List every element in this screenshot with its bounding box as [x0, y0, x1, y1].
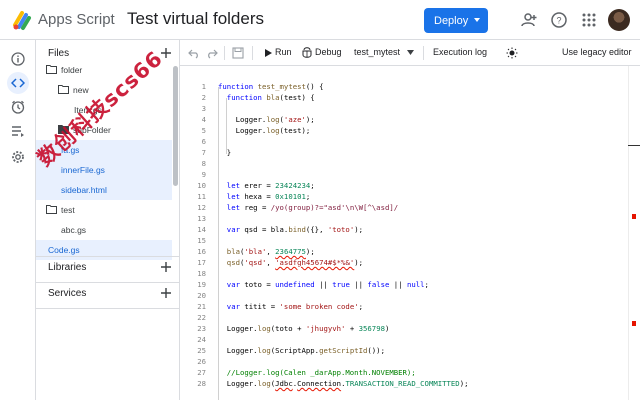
overview-ruler-mark [628, 145, 640, 146]
code-line: 18 [197, 269, 206, 278]
code-line: 28 Logger.log(Jdbc.Connection.TRANSACTIO… [197, 379, 469, 388]
code-line: 4 Logger.log('aze'); [201, 115, 315, 124]
toolbar-separator [252, 46, 253, 60]
folder-icon [46, 65, 57, 74]
code-line: 14 var qsd = bla.bind({}, 'toto'); [197, 225, 364, 234]
app-header: Apps Script Test virtual folders Deploy … [0, 0, 640, 40]
tree-item-label: abc.gs [61, 225, 87, 235]
left-rail [0, 40, 36, 400]
chevron-down-icon [474, 18, 480, 22]
code-line: 23 Logger.log(toto + 'jhugyvh' + 356798) [197, 324, 390, 333]
divider [36, 308, 180, 309]
code-editor[interactable]: 1 function test_mytest() { 2 function bla… [180, 66, 640, 400]
execution-log-button[interactable]: Execution log [433, 47, 487, 57]
code-line: 11 let hexa = 0x10101; [197, 192, 311, 201]
tree-item-label: new [73, 85, 89, 95]
toolbar-separator [423, 46, 424, 60]
files-scrollbar[interactable] [173, 66, 178, 186]
error-marker [632, 214, 636, 219]
apps-script-logo-icon [13, 11, 31, 30]
code-line: 3 [201, 104, 206, 113]
use-legacy-editor-button[interactable]: Use legacy editor [562, 47, 632, 57]
clock-icon[interactable] [7, 96, 29, 118]
folder-icon [46, 205, 57, 214]
services-header: Services [36, 282, 180, 306]
code-line: 16 bla('bla', 2364775); [197, 247, 315, 256]
code-line: 7 } [201, 148, 232, 157]
avatar[interactable] [608, 9, 630, 31]
code-line: 1 function test_mytest() { [201, 82, 324, 91]
tree-item-label: test [61, 205, 75, 215]
code-line: 27 //Logger.log(Calen _darApp.Month.NOVE… [197, 368, 416, 377]
editor-scrollbar[interactable] [628, 66, 640, 400]
code-line: 17 qsd('qsd', 'asdfgh45674#$*%&'); [197, 258, 364, 267]
toolbar-separator [224, 46, 225, 60]
save-icon[interactable] [232, 47, 244, 59]
libraries-title: Libraries [48, 262, 87, 273]
code-line: 2 function bla(test) { [201, 93, 315, 102]
code-line: 22 [197, 313, 206, 322]
app-name: Apps Script [38, 11, 115, 28]
code-line: 8 [201, 159, 206, 168]
svg-text:?: ? [556, 16, 561, 26]
tree-item-sidebar-html[interactable]: sidebar.html [36, 180, 172, 200]
tree-item-label: Code.gs [48, 245, 80, 255]
code-line: 9 [201, 170, 206, 179]
deploy-button[interactable]: Deploy [424, 8, 488, 33]
deploy-label: Deploy [434, 14, 469, 27]
services-title: Services [48, 288, 87, 299]
tree-item-abc-gs[interactable]: abc.gs [36, 220, 172, 240]
undo-icon[interactable] [188, 47, 200, 59]
add-service-icon[interactable] [160, 287, 172, 299]
code-line: 5 Logger.log(test); [201, 126, 311, 135]
code-line: 19 var toto = undefined || true || false… [197, 280, 429, 289]
files-title: Files [48, 48, 70, 59]
debug-button[interactable]: Debug [315, 47, 342, 57]
folder-icon [58, 85, 69, 94]
theme-toggle-icon[interactable] [506, 47, 518, 59]
code-line: 12 let reg = /yo(group)?="asd'\n\W[^\asd… [197, 203, 399, 212]
tree-item-label: sidebar.html [61, 185, 107, 195]
editor-toolbar: Run Debug test_mytest Execution log Use … [180, 40, 640, 66]
debug-icon[interactable] [301, 47, 313, 59]
run-button[interactable]: Run [275, 47, 292, 57]
help-icon[interactable]: ? [550, 11, 568, 29]
executions-icon[interactable] [7, 120, 29, 142]
code-line: 10 let erer = 23424234; [197, 181, 315, 190]
apps-grid-icon[interactable] [580, 11, 598, 29]
code-line: 24 [197, 335, 206, 344]
code-line: 25 Logger.log(ScriptApp.getScriptId()); [197, 346, 385, 355]
code-line: 20 [197, 291, 206, 300]
libraries-header: Libraries [36, 256, 180, 280]
code-icon[interactable] [7, 72, 29, 94]
function-select[interactable]: test_mytest [354, 47, 400, 57]
tree-item-test[interactable]: test [36, 200, 172, 220]
code-line: 21 var titit = 'some broken code'; [197, 302, 364, 311]
info-icon[interactable] [7, 48, 29, 70]
tree-item-label: innerFile.gs [61, 165, 105, 175]
error-marker [632, 321, 636, 326]
tree-item-label: folder [61, 65, 83, 75]
project-title[interactable]: Test virtual folders [127, 9, 264, 29]
add-person-icon[interactable] [520, 11, 538, 29]
code-line: 15 [197, 236, 206, 245]
chevron-down-icon[interactable] [407, 50, 414, 55]
play-icon[interactable] [262, 47, 274, 59]
add-library-icon[interactable] [160, 261, 172, 273]
redo-icon[interactable] [206, 47, 218, 59]
settings-icon[interactable] [7, 146, 29, 168]
code-line: 6 [201, 137, 206, 146]
code-line: 13 [197, 214, 206, 223]
code-line: 26 [197, 357, 206, 366]
